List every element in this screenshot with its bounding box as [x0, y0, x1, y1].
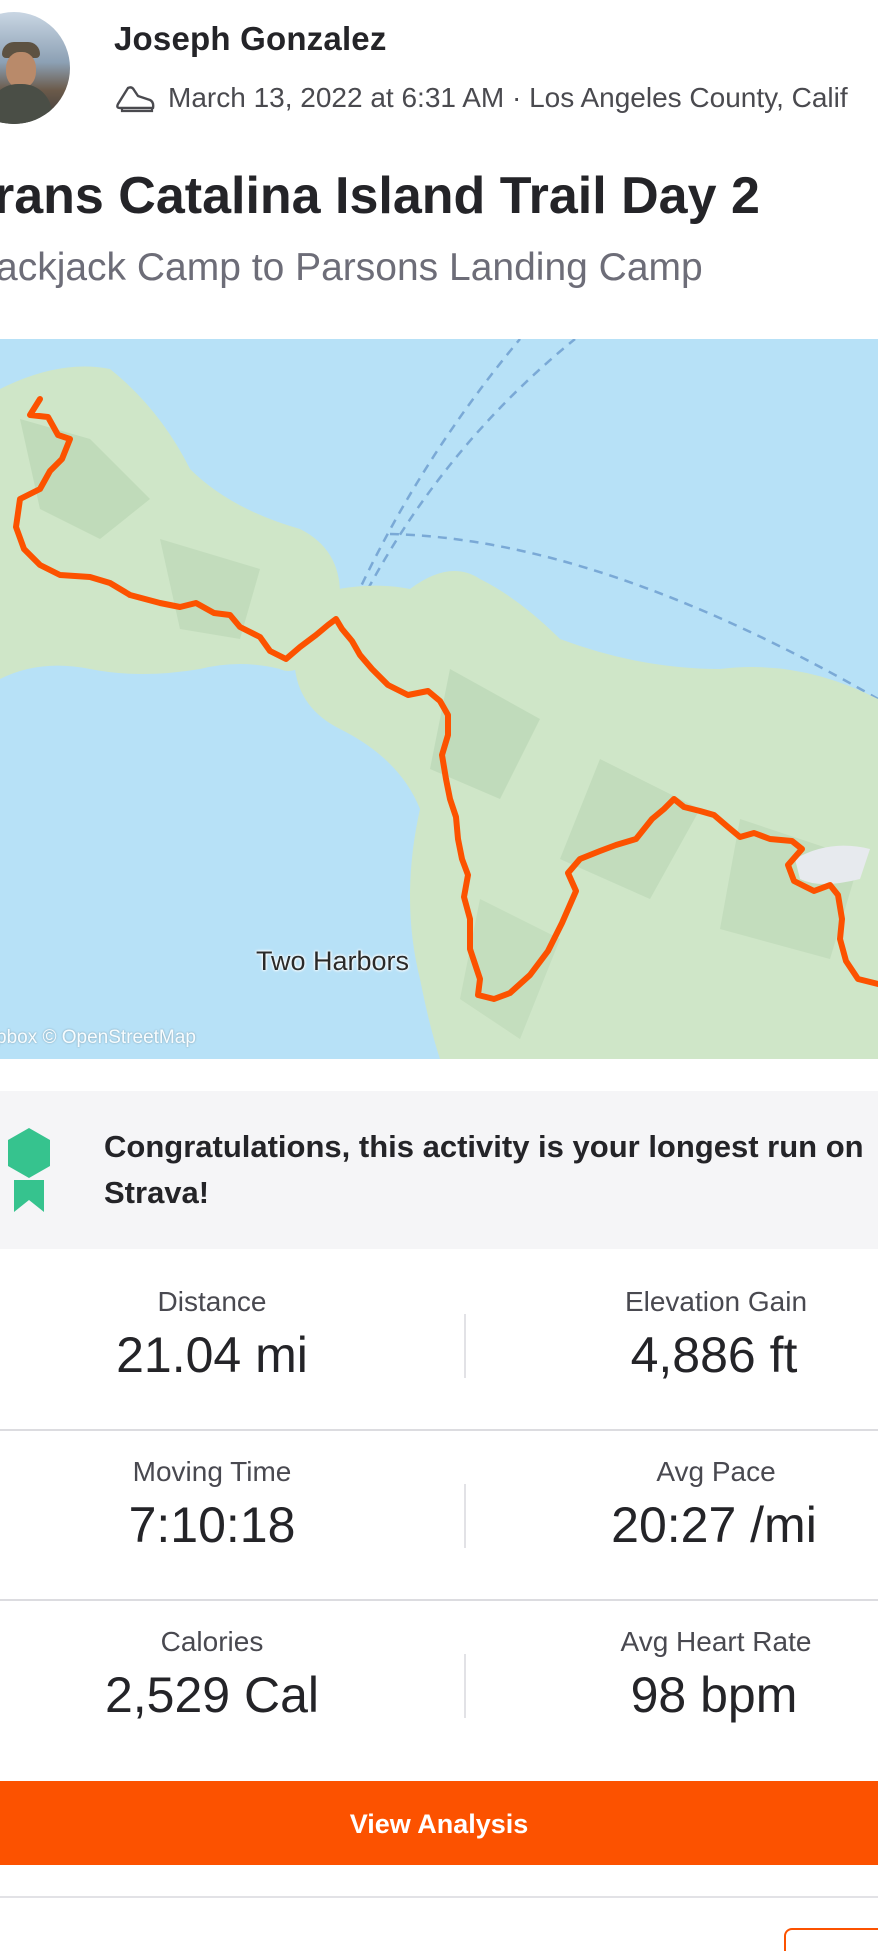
avatar-face: [6, 52, 36, 88]
partial-action-button[interactable]: [784, 1928, 878, 1951]
map-attribution[interactable]: pbox © OpenStreetMap: [0, 1027, 196, 1049]
stat-divider: [464, 1484, 466, 1548]
athlete-name[interactable]: Joseph Gonzalez: [114, 20, 387, 58]
stat-divider: [464, 1314, 466, 1378]
activity-title: rans Catalina Island Trail Day 2: [0, 167, 760, 225]
shoe-icon: [116, 86, 155, 113]
stat-label-distance: Distance: [157, 1286, 267, 1317]
stat-value-avg-pace: 20:27 /mi: [611, 1497, 817, 1553]
view-analysis-button[interactable]: View Analysis: [0, 1781, 878, 1865]
route-map[interactable]: Two Harbors: [0, 339, 878, 1059]
avatar[interactable]: [0, 12, 70, 124]
stat-label-calories: Calories: [160, 1626, 264, 1657]
section-divider: [0, 1896, 878, 1898]
stat-value-calories: 2,529 Cal: [104, 1667, 320, 1723]
stat-label-moving-time: Moving Time: [132, 1456, 292, 1487]
medal-icon: [8, 1128, 50, 1212]
stat-label-avg-heart-rate: Avg Heart Rate: [620, 1626, 812, 1657]
avatar-body: [0, 84, 52, 124]
activity-page: Joseph Gonzalez March 13, 2022 at 6:31 A…: [0, 0, 878, 1951]
activity-description: ackjack Camp to Parsons Landing Camp: [0, 246, 703, 289]
stat-value-moving-time: 7:10:18: [128, 1497, 296, 1553]
stat-value-avg-heart-rate: 98 bpm: [630, 1667, 798, 1723]
stat-divider: [464, 1654, 466, 1718]
stat-value-distance: 21.04 mi: [116, 1327, 308, 1383]
row-divider: [0, 1599, 878, 1601]
activity-date-location: March 13, 2022 at 6:31 AM · Los Angeles …: [168, 82, 848, 113]
achievement-message: Congratulations, this activity is your l…: [104, 1129, 864, 1210]
row-divider: [0, 1429, 878, 1431]
stat-value-elevation-gain: 4,886 ft: [630, 1327, 798, 1383]
stat-label-elevation-gain: Elevation Gain: [624, 1286, 808, 1317]
activity-meta: March 13, 2022 at 6:31 AM · Los Angeles …: [114, 78, 848, 118]
route-map-canvas: [0, 339, 878, 1059]
stat-label-avg-pace: Avg Pace: [656, 1456, 776, 1487]
map-place-label: Two Harbors: [256, 946, 410, 976]
